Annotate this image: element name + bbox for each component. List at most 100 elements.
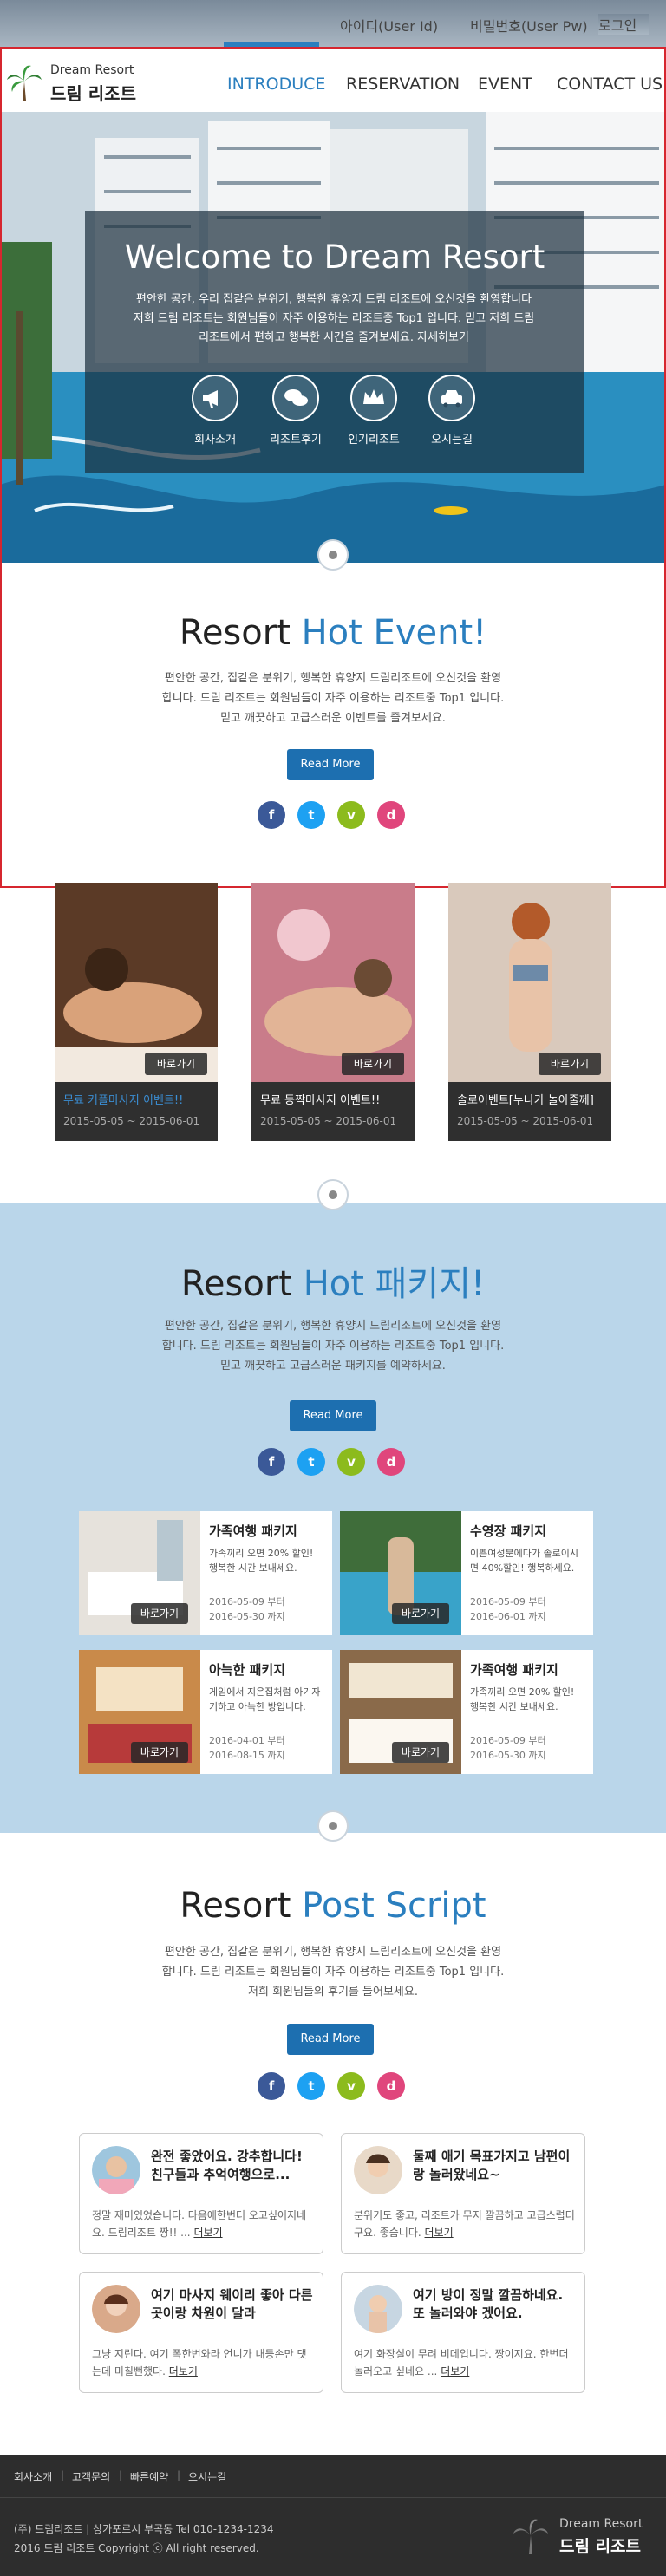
twitter-icon[interactable]: t — [297, 2072, 325, 2100]
review-body: 그냥 지린다. 여기 폭한번와라 언니가 내등손만 댓는데 미칠뻔했다. 더보기 — [92, 2345, 313, 2380]
package-date-to: 2016-06-01 까지 — [470, 1611, 546, 1622]
footer-divider-line — [0, 2497, 666, 2498]
login-button[interactable]: 로그인 — [598, 14, 649, 35]
vimeo-icon[interactable]: v — [337, 801, 365, 829]
facebook-icon[interactable]: f — [258, 1448, 285, 1476]
package-date-to: 2016-05-30 까지 — [470, 1750, 546, 1761]
package-card[interactable]: 바로가기 가족여행 패키지 가족끼리 오면 20% 할인! 행복한 시간 보내세… — [79, 1511, 332, 1635]
footer-divider: | — [177, 2469, 181, 2481]
postscript-read-more-button[interactable]: Read More — [287, 2024, 374, 2055]
vimeo-icon[interactable]: v — [337, 2072, 365, 2100]
package-date-to: 2016-08-15 까지 — [209, 1750, 285, 1761]
footer-link-directions[interactable]: 오시는길 — [188, 2469, 226, 2484]
footer-logo-ko[interactable]: 드림 리조트 — [559, 2534, 641, 2557]
event-card-title[interactable]: 솔로이벤트[누나가 놀아줄께] — [457, 1091, 594, 1107]
event-card[interactable]: 바로가기 무료 커플마사지 이벤트!! 2015-05-05 ~ 2015-06… — [55, 883, 218, 1141]
event-card-button[interactable]: 바로가기 — [342, 1053, 404, 1075]
review-more-link[interactable]: 더보기 — [193, 2227, 222, 2239]
twitter-icon[interactable]: t — [297, 1448, 325, 1476]
review-card[interactable]: 둘째 애기 목표가지고 남편이랑 놀러왔네요~ 분위기도 좋고, 리조트가 무지… — [341, 2133, 585, 2254]
event-card-button[interactable]: 바로가기 — [539, 1053, 601, 1075]
packages-read-more-button[interactable]: Read More — [290, 1400, 376, 1431]
dribbble-icon[interactable]: d — [377, 1448, 405, 1476]
event-card[interactable]: 바로가기 솔로이벤트[누나가 놀아줄께] 2015-05-05 ~ 2015-0… — [448, 883, 611, 1141]
hero-icon-label-popular: 인기리조트 — [348, 434, 400, 447]
package-button[interactable]: 바로가기 — [131, 1603, 188, 1624]
footer-link-quick-reservation[interactable]: 빠른예약 — [130, 2469, 168, 2484]
dribbble-icon[interactable]: d — [377, 801, 405, 829]
package-title: 가족여행 패키지 — [470, 1662, 558, 1678]
package-title: 가족여행 패키지 — [209, 1523, 297, 1539]
event-card-date: 2015-05-05 ~ 2015-06-01 — [457, 1115, 594, 1127]
logo-text-ko[interactable]: 드림 리조트 — [50, 80, 136, 105]
review-body: 여기 화장실이 무려 비데입니다. 짱이지요. 한번더 놀러오고 싶네요 ...… — [354, 2345, 575, 2380]
package-card[interactable]: 바로가기 아늑한 패키지 게임에서 지은집처럼 아기자기하고 아늑한 방입니다.… — [79, 1650, 332, 1774]
package-button[interactable]: 바로가기 — [392, 1742, 449, 1763]
hero-more-link[interactable]: 자세히보기 — [417, 331, 469, 344]
package-button[interactable]: 바로가기 — [392, 1603, 449, 1624]
review-card[interactable]: 여기 마사지 웨이리 좋아 다른곳이랑 차원이 달라 그냥 지린다. 여기 폭한… — [79, 2272, 323, 2393]
review-more-link[interactable]: 더보기 — [169, 2365, 198, 2377]
hero-text: 편안한 공간, 우리 집같은 분위기, 행복한 휴양지 드림 리조트에 오신것을… — [130, 290, 538, 348]
footer-logo-en[interactable]: Dream Resort — [559, 2517, 643, 2531]
nav-introduce[interactable]: INTRODUCE — [227, 75, 325, 94]
package-card[interactable]: 바로가기 가족여행 패키지 가족끼리 오면 20% 할인! 행복한 시간 보내세… — [340, 1650, 593, 1774]
packages-title-b: Hot 패키지! — [303, 1264, 486, 1304]
event-card[interactable]: 바로가기 무료 등짝마사지 이벤트!! 2015-05-05 ~ 2015-06… — [251, 883, 415, 1141]
logo-text-en[interactable]: Dream Resort — [50, 63, 134, 77]
scroll-indicator[interactable] — [317, 539, 349, 571]
chat-icon[interactable] — [272, 375, 319, 421]
footer-palm-tree-icon — [513, 2519, 548, 2554]
package-description: 이쁜여성분에다가 솔로이시면 40%할인! 행복하세요. — [470, 1548, 578, 1574]
footer-link-support[interactable]: 고객문의 — [72, 2469, 110, 2484]
user-id-field[interactable]: 아이디(User Id) — [340, 15, 438, 36]
review-title: 완전 좋았어요. 강추합니다! 친구들과 추억여행으로... — [151, 2149, 303, 2182]
review-title: 여기 방이 정말 깔끔하네요. 또 놀러와야 겠어요. — [413, 2287, 564, 2321]
facebook-icon[interactable]: f — [258, 2072, 285, 2100]
event-title-a: Resort — [179, 613, 302, 653]
postscript-text: 편안한 공간, 집같은 분위기, 행복한 휴양지 드림리조트에 오신것을 환영합… — [161, 1946, 505, 1999]
event-text: 편안한 공간, 집같은 분위기, 행복한 휴양지 드림리조트에 오신것을 환영합… — [161, 672, 505, 725]
nav-contact-us[interactable]: CONTACT US — [557, 75, 663, 94]
event-card-button[interactable]: 바로가기 — [145, 1053, 207, 1075]
review-text: 그냥 지린다. 여기 폭한번와라 언니가 내등손만 댓는데 미칠뻔했다. — [92, 2348, 307, 2377]
package-card[interactable]: 바로가기 수영장 패키지 이쁜여성분에다가 솔로이시면 40%할인! 행복하세요… — [340, 1511, 593, 1635]
review-more-link[interactable]: 더보기 — [425, 2227, 454, 2239]
event-title: Resort Hot Event! — [0, 613, 666, 653]
user-pw-field[interactable]: 비밀번호(User Pw) — [470, 15, 588, 36]
packages-title: Resort Hot 패키지! — [0, 1255, 666, 1306]
review-card[interactable]: 완전 좋았어요. 강추합니다! 친구들과 추억여행으로... 정말 재미있었습니… — [79, 2133, 323, 2254]
package-button[interactable]: 바로가기 — [131, 1742, 188, 1763]
review-card[interactable]: 여기 방이 정말 깔끔하네요. 또 놀러와야 겠어요. 여기 화장실이 무려 비… — [341, 2272, 585, 2393]
event-card-title[interactable]: 무료 등짝마사지 이벤트!! — [260, 1091, 380, 1107]
packages-title-a: Resort — [180, 1264, 304, 1304]
megaphone-icon[interactable] — [192, 375, 238, 421]
event-title-b: Hot Event! — [301, 613, 487, 653]
car-icon[interactable] — [428, 375, 475, 421]
event-card-title[interactable]: 무료 커플마사지 이벤트!! — [63, 1091, 183, 1107]
review-body: 정말 재미있었습니다. 다음에한번더 오고싶어지네요. 드림리조트 짱!! ..… — [92, 2207, 313, 2241]
review-avatar — [354, 2146, 402, 2194]
footer-link-about[interactable]: 회사소개 — [14, 2469, 52, 2484]
postscript-title: Resort Post Script — [0, 1886, 666, 1926]
scroll-indicator[interactable] — [317, 1810, 349, 1842]
package-date-from: 2016-05-09 부터 — [209, 1596, 285, 1608]
package-dates: 2016-05-09 부터 2016-05-30 까지 — [470, 1733, 546, 1763]
event-card-date: 2015-05-05 ~ 2015-06-01 — [63, 1115, 200, 1127]
review-title: 둘째 애기 목표가지고 남편이랑 놀러왔네요~ — [413, 2149, 571, 2182]
hero-description: 편안한 공간, 우리 집같은 분위기, 행복한 휴양지 드림 리조트에 오신것을… — [133, 293, 535, 344]
review-more-link[interactable]: 더보기 — [441, 2365, 469, 2377]
crown-icon[interactable] — [350, 375, 397, 421]
nav-reservation[interactable]: RESERVATION — [346, 75, 460, 94]
package-dates: 2016-04-01 부터 2016-08-15 까지 — [209, 1733, 285, 1763]
package-date-from: 2016-05-09 부터 — [470, 1735, 546, 1746]
twitter-icon[interactable]: t — [297, 801, 325, 829]
vimeo-icon[interactable]: v — [337, 1448, 365, 1476]
scroll-indicator[interactable] — [317, 1179, 349, 1210]
review-avatar — [92, 2146, 140, 2194]
package-title: 아늑한 패키지 — [209, 1662, 286, 1678]
event-read-more-button[interactable]: Read More — [287, 749, 374, 780]
nav-event[interactable]: EVENT — [478, 75, 532, 94]
dribbble-icon[interactable]: d — [377, 2072, 405, 2100]
facebook-icon[interactable]: f — [258, 801, 285, 829]
